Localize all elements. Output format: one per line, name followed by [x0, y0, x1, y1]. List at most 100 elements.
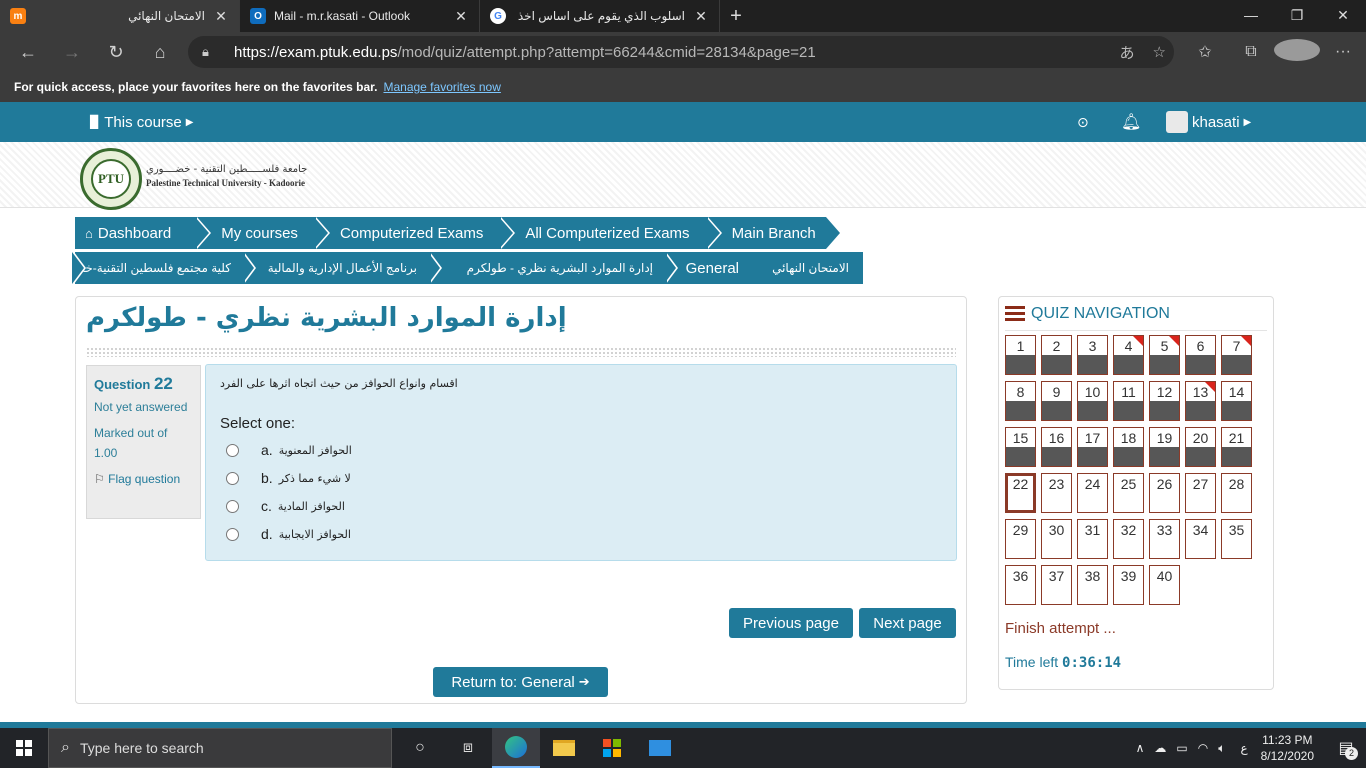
- restore-icon[interactable]: ❐: [1274, 0, 1320, 30]
- quiz-nav-question-9[interactable]: 9: [1041, 381, 1072, 421]
- quiz-nav-question-29[interactable]: 29: [1005, 519, 1036, 559]
- quiz-nav-question-22[interactable]: 22: [1005, 473, 1036, 513]
- radio-a[interactable]: [226, 443, 239, 457]
- quiz-nav-question-31[interactable]: 31: [1077, 519, 1108, 559]
- address-bar[interactable]: 🔒︎ https://exam.ptuk.edu.ps/mod/quiz/att…: [188, 36, 1174, 68]
- quiz-nav-question-35[interactable]: 35: [1221, 519, 1252, 559]
- previous-page-button[interactable]: Previous page: [729, 608, 853, 638]
- new-tab-button[interactable]: +: [720, 0, 752, 32]
- edge-icon[interactable]: [492, 728, 540, 768]
- quiz-nav-question-32[interactable]: 32: [1113, 519, 1144, 559]
- flag-question-link[interactable]: ⚐ Flag question: [94, 469, 193, 489]
- start-button[interactable]: [0, 728, 48, 768]
- quiz-nav-question-3[interactable]: 3: [1077, 335, 1108, 375]
- quiz-nav-question-33[interactable]: 33: [1149, 519, 1180, 559]
- quiz-nav-question-14[interactable]: 14: [1221, 381, 1252, 421]
- university-logo[interactable]: PTU: [80, 148, 142, 210]
- quiz-nav-question-38[interactable]: 38: [1077, 565, 1108, 605]
- return-general-button[interactable]: Return to: General ➔: [433, 667, 608, 697]
- quiz-nav-question-20[interactable]: 20: [1185, 427, 1216, 467]
- notifications-button[interactable]: ▤ 2: [1326, 728, 1366, 768]
- breadcrumb-computerized-exams[interactable]: Computerized Exams: [313, 217, 516, 249]
- breadcrumb-my-courses[interactable]: My courses: [195, 217, 330, 249]
- quiz-nav-question-1[interactable]: 1: [1005, 335, 1036, 375]
- file-explorer-icon[interactable]: [540, 728, 588, 768]
- quiz-nav-question-37[interactable]: 37: [1041, 565, 1072, 605]
- breadcrumb-general[interactable]: General: [664, 252, 753, 284]
- quiz-nav-question-7[interactable]: 7: [1221, 335, 1252, 375]
- quiz-nav-question-11[interactable]: 11: [1113, 381, 1144, 421]
- task-view-icon[interactable]: ⧈: [444, 728, 492, 768]
- breadcrumb-main-branch[interactable]: Main Branch: [705, 217, 843, 249]
- clock[interactable]: 11:23 PM 8/12/2020: [1261, 732, 1314, 764]
- favorite-star-icon[interactable]: ☆: [1153, 43, 1166, 61]
- quiz-nav-question-18[interactable]: 18: [1113, 427, 1144, 467]
- chevron-up-icon[interactable]: ∧: [1136, 741, 1145, 755]
- quiz-nav-question-2[interactable]: 2: [1041, 335, 1072, 375]
- breadcrumb-course[interactable]: إدارة الموارد البشرية نظري - طولكرم: [428, 252, 667, 284]
- quiz-nav-question-16[interactable]: 16: [1041, 427, 1072, 467]
- option-c[interactable]: c. الحوافز المادية: [226, 496, 345, 516]
- quiz-nav-question-12[interactable]: 12: [1149, 381, 1180, 421]
- close-window-icon[interactable]: ✕: [1320, 0, 1366, 30]
- quiz-nav-question-39[interactable]: 39: [1113, 565, 1144, 605]
- favorites-icon[interactable]: ✩: [1182, 42, 1228, 62]
- battery-icon[interactable]: ▭: [1176, 741, 1187, 755]
- quiz-nav-question-17[interactable]: 17: [1077, 427, 1108, 467]
- accessibility-icon[interactable]: ⊙: [1077, 102, 1089, 142]
- next-page-button[interactable]: Next page: [859, 608, 956, 638]
- this-course-menu[interactable]: ▉ This course ▶: [90, 102, 193, 142]
- cortana-icon[interactable]: ○: [396, 728, 444, 768]
- collections-icon[interactable]: ⧉: [1228, 43, 1274, 61]
- wifi-icon[interactable]: ◠: [1198, 741, 1208, 755]
- bell-icon[interactable]: 🔔︎: [1121, 102, 1141, 142]
- minimize-icon[interactable]: —: [1228, 0, 1274, 30]
- breadcrumb-college[interactable]: كلية مجتمع فلسطين التقنية-خضوري: [54, 252, 245, 284]
- volume-icon[interactable]: 🔈︎: [1218, 741, 1225, 756]
- breadcrumb-all-computerized-exams[interactable]: All Computerized Exams: [499, 217, 722, 249]
- quiz-nav-question-5[interactable]: 5: [1149, 335, 1180, 375]
- close-icon[interactable]: ✕: [453, 8, 469, 25]
- quiz-nav-question-28[interactable]: 28: [1221, 473, 1252, 513]
- quiz-nav-question-27[interactable]: 27: [1185, 473, 1216, 513]
- quiz-nav-question-19[interactable]: 19: [1149, 427, 1180, 467]
- forward-icon[interactable]: →: [50, 32, 94, 72]
- quiz-nav-question-4[interactable]: 4: [1113, 335, 1144, 375]
- quiz-nav-question-25[interactable]: 25: [1113, 473, 1144, 513]
- radio-d[interactable]: [226, 527, 239, 541]
- quiz-nav-question-34[interactable]: 34: [1185, 519, 1216, 559]
- quiz-nav-question-40[interactable]: 40: [1149, 565, 1180, 605]
- quiz-nav-question-24[interactable]: 24: [1077, 473, 1108, 513]
- quiz-nav-question-23[interactable]: 23: [1041, 473, 1072, 513]
- finish-attempt-link[interactable]: Finish attempt ...: [1005, 620, 1116, 637]
- mail-icon[interactable]: [636, 728, 684, 768]
- option-b[interactable]: b. لا شيء مما ذكر: [226, 468, 351, 488]
- breadcrumb-final-exam[interactable]: الامتحان النهائي: [753, 252, 863, 284]
- browser-tab-exam[interactable]: m الامتحان النهائي ✕: [0, 0, 240, 32]
- radio-c[interactable]: [226, 499, 239, 513]
- manage-favorites-link[interactable]: Manage favorites now: [383, 80, 500, 94]
- browser-tab-outlook[interactable]: O Mail - m.r.kasati - Outlook ✕: [240, 0, 480, 32]
- quiz-nav-question-15[interactable]: 15: [1005, 427, 1036, 467]
- taskbar-search[interactable]: ⌕ Type here to search: [48, 728, 392, 768]
- language-indicator[interactable]: ع: [1240, 741, 1247, 755]
- store-icon[interactable]: [588, 728, 636, 768]
- back-icon[interactable]: ←: [6, 32, 50, 72]
- refresh-icon[interactable]: ↻: [94, 32, 138, 72]
- cloud-icon[interactable]: ☁: [1154, 741, 1166, 755]
- breadcrumb-program[interactable]: برنامج الأعمال الإدارية والمالية: [242, 252, 431, 284]
- user-menu[interactable]: khasati ▶: [1166, 102, 1251, 142]
- close-icon[interactable]: ✕: [213, 8, 229, 25]
- profile-icon[interactable]: [1274, 38, 1320, 66]
- quiz-nav-question-21[interactable]: 21: [1221, 427, 1252, 467]
- option-a[interactable]: a. الحوافز المعنوية: [226, 440, 352, 460]
- radio-b[interactable]: [226, 471, 239, 485]
- option-d[interactable]: d. الحوافز الايجابية: [226, 524, 351, 544]
- quiz-nav-question-26[interactable]: 26: [1149, 473, 1180, 513]
- read-aloud-icon[interactable]: あ: [1120, 42, 1135, 63]
- quiz-nav-question-13[interactable]: 13: [1185, 381, 1216, 421]
- quiz-nav-question-6[interactable]: 6: [1185, 335, 1216, 375]
- breadcrumb-dashboard[interactable]: ⌂ Dashboard: [75, 217, 212, 249]
- browser-tab-google[interactable]: G اسلوب الذي يقوم على اساس اخذ ال ✕: [480, 0, 720, 32]
- quiz-nav-question-36[interactable]: 36: [1005, 565, 1036, 605]
